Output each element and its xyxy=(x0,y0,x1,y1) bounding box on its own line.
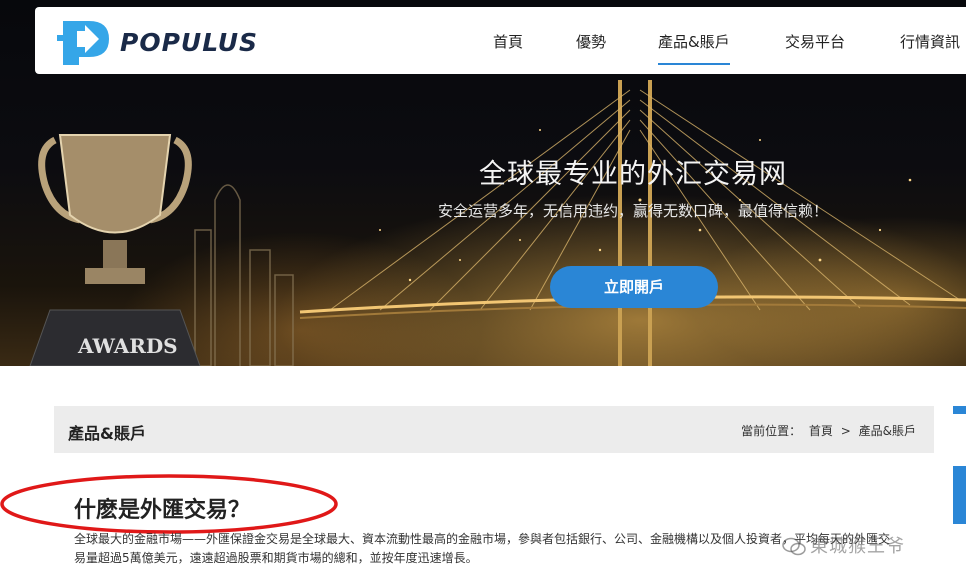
article-title: 什麽是外匯交易？ xyxy=(74,498,251,523)
breadcrumb-bar: 產品&賬戶 當前位置： 首頁 > 產品&賬戶 xyxy=(54,406,934,453)
brand-name[interactable]: POPULUS xyxy=(120,28,258,57)
breadcrumb-current[interactable]: 產品&賬戶 xyxy=(859,424,916,438)
breadcrumb-separator: > xyxy=(840,424,851,438)
watermark: 東城猴王爷 xyxy=(782,532,905,558)
article-body: 全球最大的金融市場——外匯保證金交易是全球最大、資本流動性最高的金融市場，參與者… xyxy=(74,532,891,565)
nav-products-accounts[interactable]: 產品&賬戶 xyxy=(658,31,730,65)
site-header: POPULUS 首頁 優勢 產品&賬戶 交易平台 行情資訊 xyxy=(35,7,966,74)
hero-title: 全球最专业的外汇交易网 xyxy=(479,159,787,190)
nav-advantages[interactable]: 優勢 xyxy=(576,31,606,52)
hero-subtitle: 安全运营多年，无信用违约，赢得无数口碑，最值得信赖！ xyxy=(437,202,828,220)
breadcrumb-prefix: 當前位置： xyxy=(741,424,802,438)
breadcrumb-home[interactable]: 首頁 xyxy=(809,424,833,438)
trophy-plaque-text: AWARDS xyxy=(77,334,178,358)
populus-logo-icon[interactable] xyxy=(55,17,115,67)
section-title: 產品&賬戶 xyxy=(68,424,146,443)
open-account-button[interactable]: 立即開戶 xyxy=(550,266,718,308)
nav-home[interactable]: 首頁 xyxy=(493,31,523,52)
watermark-text: 東城猴王爷 xyxy=(810,536,905,557)
side-tab-2[interactable] xyxy=(953,466,966,524)
nav-trading-platform[interactable]: 交易平台 xyxy=(785,31,845,52)
breadcrumb: 當前位置： 首頁 > 產品&賬戶 xyxy=(739,422,918,439)
wechat-icon xyxy=(782,537,806,556)
side-tab-1[interactable] xyxy=(953,406,966,414)
nav-market-info[interactable]: 行情資訊 xyxy=(900,31,960,52)
